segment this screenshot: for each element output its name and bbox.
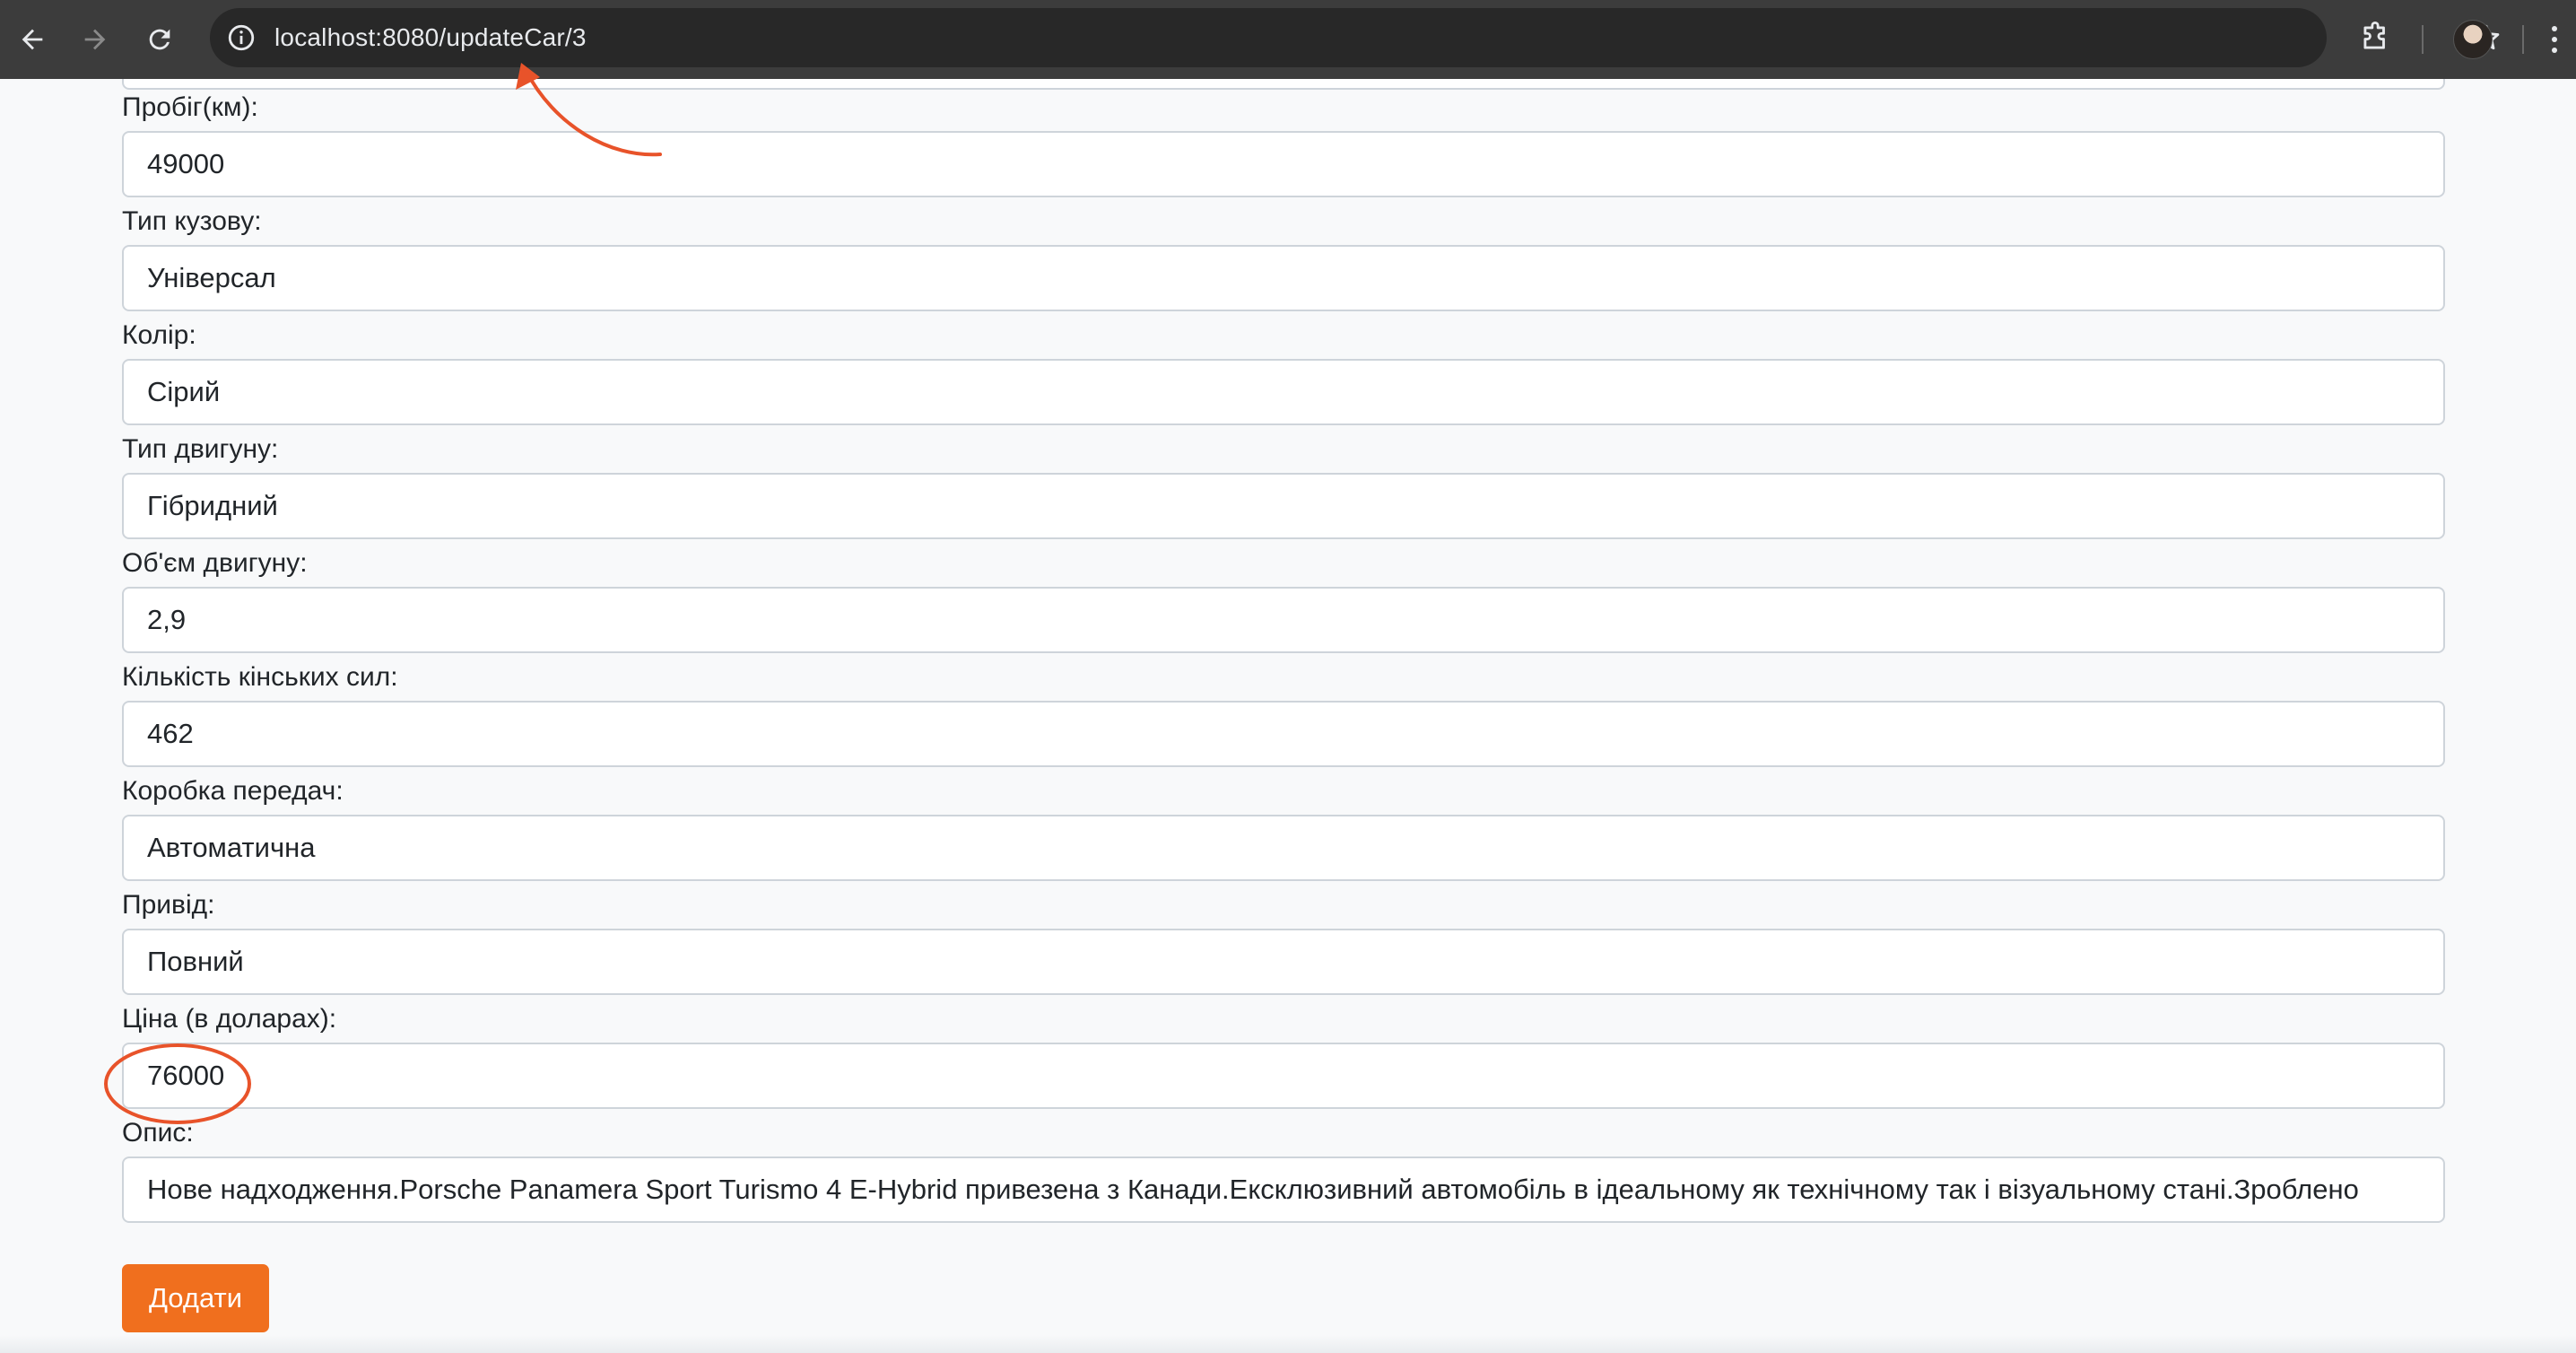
page-bottom-edge — [0, 1335, 2576, 1353]
reload-button[interactable] — [136, 16, 183, 63]
extensions-button[interactable] — [2355, 18, 2395, 57]
mileage-input[interactable] — [122, 131, 2445, 197]
body-type-input[interactable] — [122, 245, 2445, 311]
arrow-left-icon — [22, 29, 43, 50]
engine-type-input[interactable] — [122, 473, 2445, 539]
transmission-label: Коробка передач: — [122, 776, 344, 806]
toolbar-divider — [2522, 25, 2524, 54]
field-drive: Привід: — [122, 889, 2445, 995]
engine-type-label: Тип двигуну: — [122, 434, 279, 464]
clipped-input-above[interactable] — [122, 79, 2445, 90]
body-type-label: Тип кузову: — [122, 206, 262, 236]
horsepower-input[interactable] — [122, 701, 2445, 767]
field-description: Опис: — [122, 1117, 2445, 1223]
more-menu-icon[interactable] — [2546, 20, 2563, 59]
arrow-right-icon — [84, 29, 106, 50]
back-button[interactable] — [9, 16, 56, 63]
price-label: Ціна (в доларах): — [122, 1004, 337, 1034]
add-button[interactable]: Додати — [122, 1264, 269, 1332]
page-content: Пробіг(км): Тип кузову: Колір: Тип двигу… — [0, 79, 2576, 1353]
site-info-button[interactable] — [224, 21, 258, 55]
price-input[interactable] — [122, 1043, 2445, 1109]
field-body-type: Тип кузову: — [122, 205, 2445, 311]
field-mileage: Пробіг(км): — [122, 92, 2445, 197]
field-color: Колір: — [122, 319, 2445, 425]
url-text[interactable]: localhost:8080/updateCar/3 — [274, 8, 587, 67]
field-engine-type: Тип двигуну: — [122, 433, 2445, 539]
drive-label: Привід: — [122, 890, 215, 920]
color-label: Колір: — [122, 320, 196, 350]
profile-avatar[interactable] — [2453, 20, 2493, 59]
engine-volume-label: Об'єм двигуну: — [122, 548, 308, 578]
field-engine-volume: Об'єм двигуну: — [122, 547, 2445, 653]
description-input[interactable] — [122, 1157, 2445, 1223]
mileage-label: Пробіг(км): — [122, 92, 258, 122]
field-transmission: Коробка передач: — [122, 775, 2445, 881]
toolbar-divider — [2422, 25, 2424, 54]
transmission-input[interactable] — [122, 815, 2445, 881]
engine-volume-input[interactable] — [122, 587, 2445, 653]
reload-icon — [149, 29, 170, 50]
address-bar[interactable]: localhost:8080/updateCar/3 — [210, 8, 2500, 67]
field-horsepower: Кількість кінських сил: — [122, 661, 2445, 767]
browser-toolbar: localhost:8080/updateCar/3 — [0, 0, 2576, 79]
color-input[interactable] — [122, 359, 2445, 425]
forward-button[interactable] — [72, 16, 118, 63]
field-price: Ціна (в доларах): — [122, 1003, 2445, 1109]
info-icon — [228, 24, 255, 51]
horsepower-label: Кількість кінських сил: — [122, 662, 398, 692]
description-label: Опис: — [122, 1118, 194, 1148]
puzzle-icon — [2363, 22, 2385, 49]
drive-input[interactable] — [122, 929, 2445, 995]
